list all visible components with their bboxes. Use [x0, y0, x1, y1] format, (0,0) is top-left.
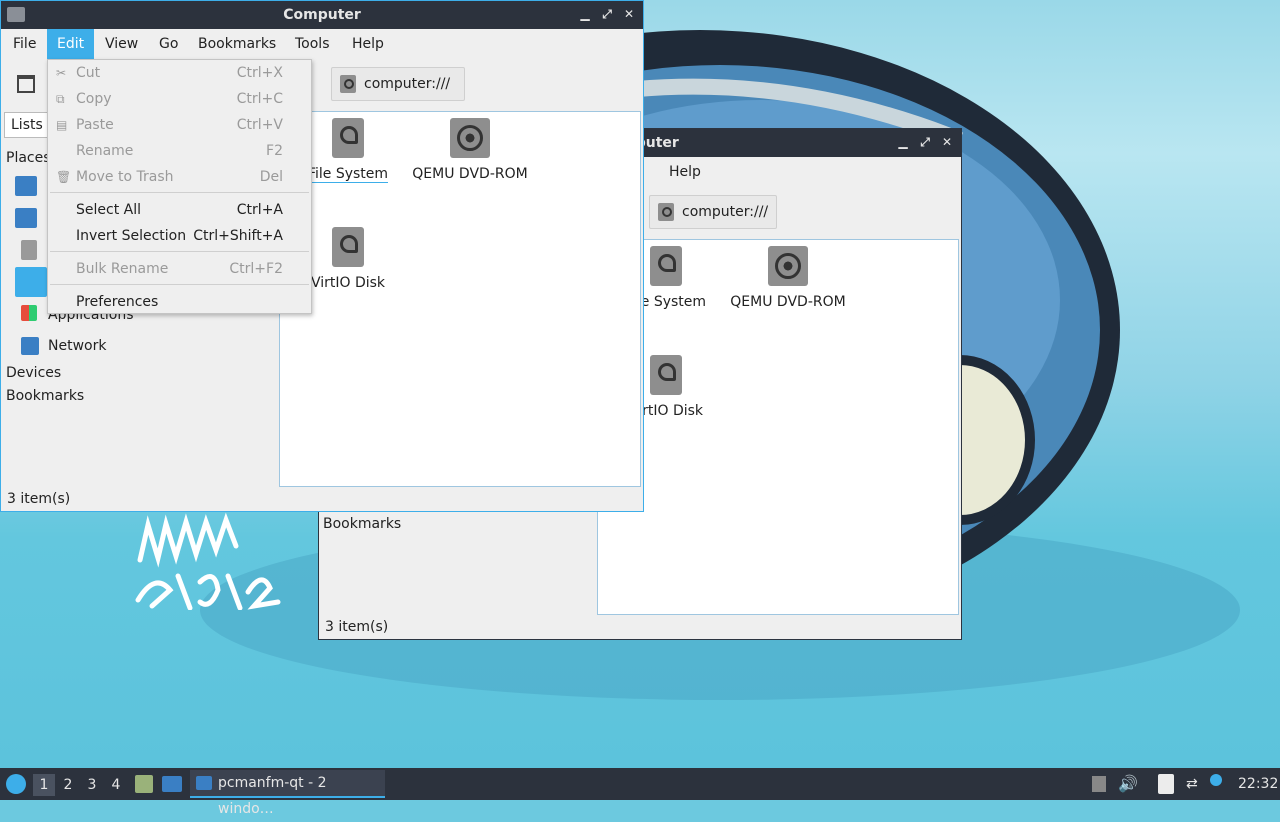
menu-separator	[50, 192, 309, 193]
places-header: Places	[6, 150, 51, 166]
computer-icon[interactable]	[15, 267, 47, 297]
menu-item-rename[interactable]: Rename F2	[48, 138, 311, 164]
clipboard-icon: ▤	[56, 118, 68, 132]
menu-help[interactable]: Help	[342, 29, 394, 59]
drive-icon	[658, 203, 674, 221]
maximize-icon[interactable]: ⤢	[599, 5, 615, 23]
home-folder-icon[interactable]	[15, 176, 37, 196]
clipboard-icon[interactable]	[1158, 774, 1174, 794]
desktop-icon[interactable]	[15, 208, 37, 228]
window-titlebar[interactable]: Computer ▁ ⤢ ✕	[1, 1, 643, 29]
taskbar-task-pcmanfm[interactable]: pcmanfm-qt - 2 windo…	[190, 770, 385, 817]
task-label: pcmanfm-qt - 2 windo…	[218, 775, 327, 817]
trash-icon[interactable]	[21, 240, 37, 260]
update-notifier-icon[interactable]	[1210, 774, 1222, 786]
bookmarks-header: Bookmarks	[323, 516, 402, 532]
desktop-2-button[interactable]: 2	[57, 774, 79, 796]
menu-bookmarks[interactable]: Bookmarks	[188, 29, 286, 59]
clock[interactable]: 22:32	[1238, 768, 1278, 800]
close-icon[interactable]: ✕	[621, 5, 637, 23]
status-bar: 3 item(s)	[7, 491, 71, 507]
file-label: File System	[307, 166, 389, 183]
desktop-1-button[interactable]: 1	[33, 774, 55, 796]
menu-file[interactable]: File	[3, 29, 46, 59]
file-label: QEMU DVD-ROM	[412, 166, 528, 182]
network-status-icon[interactable]: ⇄	[1186, 768, 1198, 800]
app-menu-icon[interactable]	[6, 774, 26, 794]
new-window-icon[interactable]	[17, 75, 35, 93]
menu-item-invert-selection[interactable]: Invert Selection Ctrl+Shift+A	[48, 223, 311, 249]
file-view[interactable]: File System QEMU DVD-ROM VirtIO Disk	[597, 239, 959, 615]
file-label: VirtIO Disk	[310, 275, 386, 291]
applications-icon[interactable]	[21, 305, 37, 321]
bookmarks-header: Bookmarks	[6, 388, 85, 404]
menu-item-bulk-rename[interactable]: Bulk Rename Ctrl+F2	[48, 256, 311, 282]
hard-disk-icon	[650, 355, 682, 395]
drive-icon	[340, 75, 356, 93]
window-title: Computer	[283, 7, 361, 23]
menu-item-paste[interactable]: ▤ Paste Ctrl+V	[48, 112, 311, 138]
folder-icon	[196, 776, 212, 790]
close-icon[interactable]: ✕	[939, 133, 955, 151]
menu-tools[interactable]: Tools	[285, 29, 340, 59]
desktop-4-button[interactable]: 4	[105, 774, 127, 796]
menu-separator	[50, 251, 309, 252]
copy-icon: ⧉	[56, 92, 65, 106]
menu-separator	[50, 284, 309, 285]
hard-disk-icon	[332, 227, 364, 267]
scissors-icon: ✂	[56, 66, 67, 80]
minimize-icon[interactable]: ▁	[895, 133, 911, 151]
volume-icon[interactable]: 🔊	[1118, 768, 1138, 800]
menu-help[interactable]: Help	[659, 157, 711, 187]
menu-item-cut[interactable]: ✂ Cut Ctrl+X	[48, 60, 311, 86]
hard-disk-icon	[650, 246, 682, 286]
network-icon[interactable]	[21, 337, 39, 355]
place-network[interactable]: Network	[48, 334, 106, 358]
menu-go[interactable]: Go	[149, 29, 188, 59]
menu-item-preferences[interactable]: Preferences	[48, 289, 311, 315]
devices-header: Devices	[6, 365, 62, 381]
desktop-3-button[interactable]: 3	[81, 774, 103, 796]
taskbar: 1 2 3 4 pcmanfm-qt - 2 windo… 🔊 ⇄ 22:32	[0, 768, 1280, 817]
file-manager-launcher-icon[interactable]	[135, 775, 153, 793]
optical-disc-icon	[450, 118, 490, 158]
side-pane-mode-select[interactable]: Lists	[4, 112, 48, 138]
edit-menu-dropdown: ✂ Cut Ctrl+X ⧉ Copy Ctrl+C ▤ Paste Ctrl+…	[47, 59, 312, 314]
eject-icon[interactable]	[1092, 776, 1106, 792]
hard-disk-icon	[332, 118, 364, 158]
path-button[interactable]: computer:///	[331, 67, 465, 101]
path-label: computer:///	[364, 76, 451, 92]
file-label: QEMU DVD-ROM	[730, 294, 846, 310]
menu-edit[interactable]: Edit	[47, 29, 95, 59]
signature-scribble	[135, 512, 281, 610]
minimize-icon[interactable]: ▁	[577, 5, 593, 23]
menu-view[interactable]: View	[95, 29, 148, 59]
show-desktop-icon[interactable]	[162, 776, 182, 792]
path-button[interactable]: computer:///	[649, 195, 778, 229]
path-label: computer:///	[682, 204, 769, 220]
status-bar: 3 item(s)	[325, 619, 389, 635]
menu-item-copy[interactable]: ⧉ Copy Ctrl+C	[48, 86, 311, 112]
file-item-qemu-dvd-rom[interactable]: QEMU DVD-ROM	[410, 118, 530, 182]
file-item-qemu-dvd-rom[interactable]: QEMU DVD-ROM	[728, 246, 848, 310]
menu-item-select-all[interactable]: Select All Ctrl+A	[48, 197, 311, 223]
optical-disc-icon	[768, 246, 808, 286]
maximize-icon[interactable]: ⤢	[917, 133, 933, 151]
trash-icon: 🗑	[56, 170, 72, 184]
menubar: File Edit View Go Bookmarks Tools Help	[1, 29, 643, 59]
file-view[interactable]: File System QEMU DVD-ROM VirtIO Disk	[279, 111, 641, 487]
menu-item-move-to-trash[interactable]: 🗑 Move to Trash Del	[48, 164, 311, 190]
